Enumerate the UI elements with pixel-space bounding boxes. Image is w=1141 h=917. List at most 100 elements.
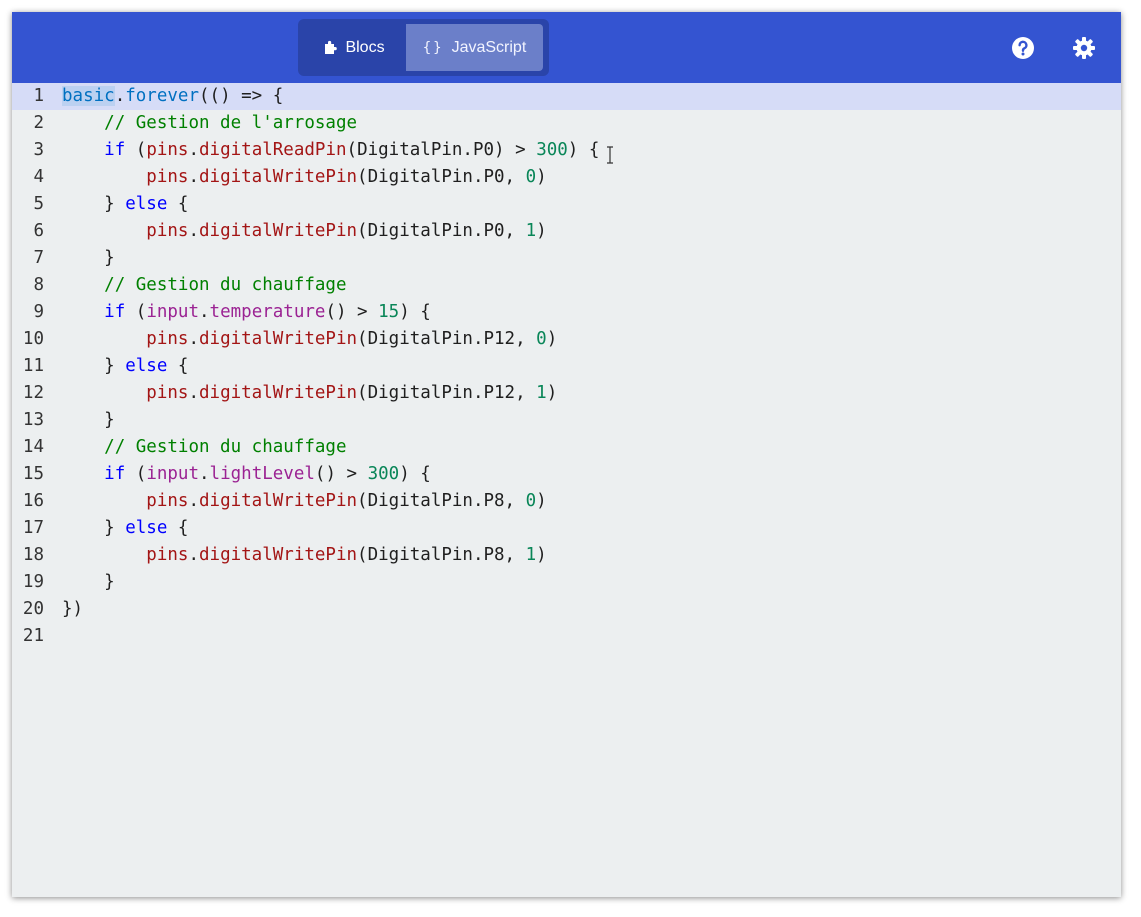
code-line[interactable]: 19 } bbox=[12, 569, 1121, 596]
code-token: 1 bbox=[525, 545, 537, 565]
code-line[interactable]: 14 // Gestion du chauffage bbox=[12, 434, 1121, 461]
help-icon[interactable] bbox=[1011, 36, 1035, 60]
code-token: ) bbox=[536, 545, 547, 565]
code-token: () > bbox=[325, 302, 379, 322]
code-line[interactable]: 3 if (pins.digitalReadPin(DigitalPin.P0)… bbox=[12, 137, 1121, 164]
code-token: (DigitalPin.P12, bbox=[357, 383, 537, 403]
code-token: // Gestion du chauffage bbox=[104, 437, 347, 457]
code-line[interactable]: 5 } else { bbox=[12, 191, 1121, 218]
line-code: // Gestion du chauffage bbox=[62, 272, 346, 299]
line-code: pins.digitalWritePin(DigitalPin.P12, 0) bbox=[62, 326, 557, 353]
code-token: pins bbox=[146, 383, 189, 403]
code-token: input bbox=[146, 464, 199, 484]
code-token: else bbox=[125, 194, 168, 214]
line-number: 9 bbox=[33, 302, 44, 322]
code-token: digitalWritePin bbox=[199, 167, 358, 187]
code-token: ( bbox=[125, 464, 147, 484]
code-token: pins bbox=[146, 491, 189, 511]
line-code: }) bbox=[62, 596, 83, 623]
code-token: ( bbox=[125, 140, 147, 160]
line-code: } bbox=[62, 407, 115, 434]
puzzle-icon bbox=[324, 40, 338, 55]
code-token: 1 bbox=[536, 383, 547, 403]
line-code: if (input.temperature() > 15) { bbox=[62, 299, 431, 326]
code-token: else bbox=[125, 356, 168, 376]
code-token: (DigitalPin.P8, bbox=[357, 491, 526, 511]
code-line[interactable]: 15 if (input.lightLevel() > 300) { bbox=[12, 461, 1121, 488]
javascript-label: JavaScript bbox=[451, 38, 527, 56]
line-number: 19 bbox=[22, 572, 44, 592]
code-token: 1 bbox=[525, 221, 537, 241]
code-token: ( bbox=[125, 302, 147, 322]
code-line[interactable]: 2 // Gestion de l'arrosage bbox=[12, 110, 1121, 137]
code-token: . bbox=[188, 491, 199, 511]
line-number: 4 bbox=[33, 167, 44, 187]
code-token: } bbox=[62, 356, 126, 376]
code-line[interactable]: 8 // Gestion du chauffage bbox=[12, 272, 1121, 299]
code-token: { bbox=[167, 518, 189, 538]
code-token: pins bbox=[146, 545, 189, 565]
line-number: 21 bbox=[22, 626, 44, 646]
blocs-button[interactable]: Blocs bbox=[303, 24, 406, 71]
code-line[interactable]: 18 pins.digitalWritePin(DigitalPin.P8, 1… bbox=[12, 542, 1121, 569]
line-code: } bbox=[62, 245, 115, 272]
code-token: . bbox=[199, 302, 210, 322]
code-line[interactable]: 1 basic.forever(() => { bbox=[12, 83, 1121, 110]
code-token: . bbox=[188, 329, 199, 349]
code-token: }) bbox=[62, 599, 84, 619]
code-line[interactable]: 4 pins.digitalWritePin(DigitalPin.P0, 0) bbox=[12, 164, 1121, 191]
code-line[interactable]: 13 } bbox=[12, 407, 1121, 434]
code-token: . bbox=[188, 167, 199, 187]
code-token: forever bbox=[125, 86, 199, 106]
code-token: 300 bbox=[536, 140, 568, 160]
line-number: 20 bbox=[22, 599, 44, 619]
javascript-button[interactable]: {} JavaScript bbox=[406, 24, 543, 71]
code-token: 300 bbox=[367, 464, 400, 484]
code-token: if bbox=[104, 140, 126, 160]
line-number: 15 bbox=[22, 464, 44, 484]
code-token: ) { bbox=[399, 302, 431, 322]
code-token: ) bbox=[536, 221, 547, 241]
code-token: () > bbox=[314, 464, 368, 484]
line-number: 16 bbox=[22, 491, 44, 511]
line-number: 14 bbox=[22, 437, 44, 457]
settings-gear-icon[interactable] bbox=[1072, 36, 1096, 60]
editor-mode-toggle: Blocs {} JavaScript bbox=[298, 19, 549, 76]
line-code: } bbox=[62, 569, 115, 596]
code-token: digitalWritePin bbox=[199, 221, 358, 241]
line-number: 6 bbox=[33, 221, 44, 241]
code-token: // Gestion de l'arrosage bbox=[104, 113, 358, 133]
code-line[interactable]: 7 } bbox=[12, 245, 1121, 272]
code-token: pins bbox=[146, 167, 189, 187]
code-line[interactable]: 20}) bbox=[12, 596, 1121, 623]
code-line[interactable]: 10 pins.digitalWritePin(DigitalPin.P12, … bbox=[12, 326, 1121, 353]
line-number: 8 bbox=[33, 275, 44, 295]
code-line[interactable]: 21 bbox=[12, 623, 1121, 650]
code-token: . bbox=[188, 383, 199, 403]
code-line[interactable]: 11 } else { bbox=[12, 353, 1121, 380]
line-code: pins.digitalWritePin(DigitalPin.P8, 1) bbox=[62, 542, 547, 569]
line-number: 7 bbox=[33, 248, 44, 268]
code-editor[interactable]: 1 basic.forever(() => {2 // Gestion de l'… bbox=[12, 83, 1121, 897]
code-line[interactable]: 16 pins.digitalWritePin(DigitalPin.P8, 0… bbox=[12, 488, 1121, 515]
code-token: } bbox=[62, 194, 126, 214]
code-line[interactable]: 12 pins.digitalWritePin(DigitalPin.P12, … bbox=[12, 380, 1121, 407]
code-token: pins bbox=[146, 140, 189, 160]
line-code: } else { bbox=[62, 515, 188, 542]
makecode-editor-window: Blocs {} JavaScript 1 basic.forever(() =… bbox=[12, 12, 1121, 897]
code-line[interactable]: 9 if (input.temperature() > 15) { bbox=[12, 299, 1121, 326]
code-line[interactable]: 17 } else { bbox=[12, 515, 1121, 542]
blocs-label: Blocs bbox=[345, 38, 385, 56]
code-token: if bbox=[104, 302, 126, 322]
code-line[interactable]: 6 pins.digitalWritePin(DigitalPin.P0, 1) bbox=[12, 218, 1121, 245]
code-token: digitalWritePin bbox=[199, 329, 358, 349]
code-token: (DigitalPin.P0, bbox=[357, 167, 526, 187]
line-code: } else { bbox=[62, 191, 188, 218]
